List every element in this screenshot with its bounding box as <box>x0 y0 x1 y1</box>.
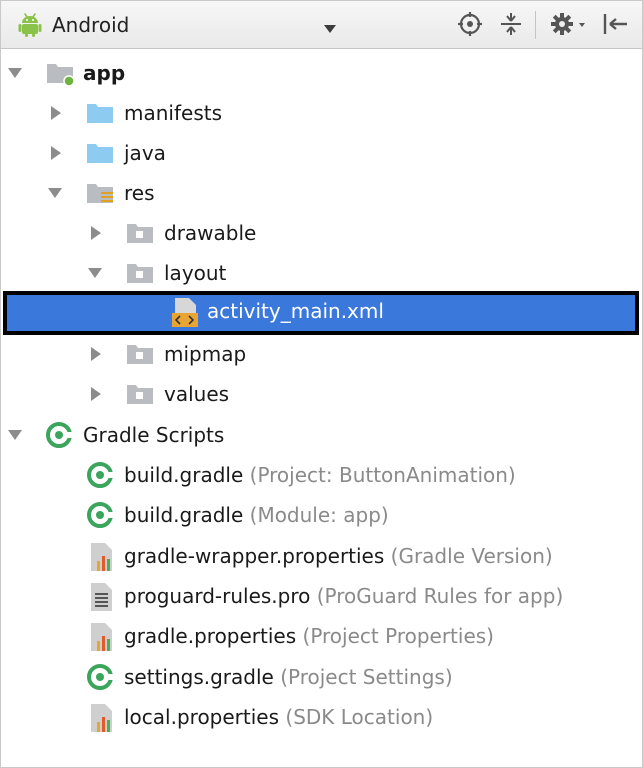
resource-folder-icon <box>85 179 115 207</box>
tree-item-label: settings.gradle <box>124 665 274 689</box>
collapsed-arrow-icon[interactable] <box>88 386 104 402</box>
tree-item-gradle-scripts[interactable]: Gradle Scripts <box>1 415 642 455</box>
folder-icon <box>125 340 155 368</box>
tree-item-label: gradle.properties <box>124 624 297 648</box>
android-icon <box>17 12 43 42</box>
tree-item-note: (Project Properties) <box>302 624 494 648</box>
tree-item-note: (Project Settings) <box>280 665 453 689</box>
tree-item-text: gradle-wrapper.properties (Gradle Versio… <box>124 542 553 570</box>
tree-item-mipmap[interactable]: mipmap <box>1 334 642 374</box>
tree-item-label: manifests <box>124 101 222 125</box>
gradle-icon <box>85 501 115 529</box>
tree-item-label: Gradle Scripts <box>83 423 225 447</box>
tree-item-local-properties[interactable]: local.properties (SDK Location) <box>1 697 642 737</box>
tree-item-label: activity_main.xml <box>207 299 384 323</box>
collapsed-arrow-icon[interactable] <box>48 145 64 161</box>
tree-item-note: (ProGuard Rules for app) <box>316 584 564 608</box>
project-toolbar: Android <box>1 1 642 49</box>
tree-item-label: java <box>124 141 166 165</box>
tree-item-layout[interactable]: layout <box>1 253 642 293</box>
folder-icon <box>125 219 155 247</box>
hide-panel-icon[interactable] <box>601 10 631 42</box>
tree-item-label: res <box>124 181 155 205</box>
tree-item-build-gradle-module[interactable]: build.gradle (Module: app) <box>1 495 642 535</box>
tree-item-note: (Gradle Version) <box>390 544 553 568</box>
gradle-icon <box>85 461 115 489</box>
collapsed-arrow-icon[interactable] <box>88 225 104 241</box>
folder-icon <box>85 99 115 127</box>
expanded-arrow-icon[interactable] <box>87 265 103 281</box>
tree-item-label: proguard-rules.pro <box>124 584 311 608</box>
tree-item-build-gradle-project[interactable]: build.gradle (Project: ButtonAnimation) <box>1 455 642 495</box>
properties-file-icon <box>87 542 117 571</box>
tree-item-label: values <box>164 382 230 406</box>
tree-item-note: (Module: app) <box>249 503 389 527</box>
tree-item-app[interactable]: app <box>1 53 642 93</box>
tree-item-text: settings.gradle (Project Settings) <box>124 663 453 691</box>
tree-item-text: gradle.properties (Project Properties) <box>124 622 494 650</box>
tree-item-activity-main[interactable]: activity_main.xml <box>3 291 639 335</box>
folder-icon <box>85 139 115 167</box>
locate-icon[interactable] <box>456 10 484 42</box>
project-panel: Android app manifests java res drawable … <box>0 0 643 768</box>
tree-item-label: drawable <box>164 221 257 245</box>
tree-item-java[interactable]: java <box>1 133 642 173</box>
tree-item-gradle-wrapper-properties[interactable]: gradle-wrapper.properties (Gradle Versio… <box>1 536 642 576</box>
expanded-arrow-icon[interactable] <box>7 65 23 81</box>
folder-icon <box>125 380 155 408</box>
tree-item-gradle-properties[interactable]: gradle.properties (Project Properties) <box>1 616 642 656</box>
gear-icon[interactable] <box>549 10 589 42</box>
tree-item-note: (SDK Location) <box>285 705 434 729</box>
expanded-arrow-icon[interactable] <box>47 185 63 201</box>
tree-item-proguard-rules[interactable]: proguard-rules.pro (ProGuard Rules for a… <box>1 576 642 616</box>
tree-item-label: gradle-wrapper.properties <box>124 544 385 568</box>
view-selector-label[interactable]: Android <box>52 12 129 38</box>
tree-item-text: local.properties (SDK Location) <box>124 703 433 731</box>
properties-file-icon <box>87 622 117 651</box>
collapsed-arrow-icon[interactable] <box>48 105 64 121</box>
tree-item-label: app <box>83 61 126 85</box>
tree-item-values[interactable]: values <box>1 374 642 414</box>
tree-item-label: layout <box>164 261 227 285</box>
tree-item-text: build.gradle (Project: ButtonAnimation) <box>124 461 516 489</box>
gradle-icon <box>85 663 115 691</box>
tree-item-label: build.gradle <box>124 503 244 527</box>
chevron-down-icon[interactable] <box>323 19 337 38</box>
xml-file-icon <box>169 297 199 327</box>
tree-item-drawable[interactable]: drawable <box>1 213 642 253</box>
module-folder-icon <box>45 59 75 87</box>
tree-item-label: mipmap <box>164 342 247 366</box>
tree-item-text: build.gradle (Module: app) <box>124 501 389 529</box>
toolbar-separator <box>535 11 536 39</box>
collapsed-arrow-icon[interactable] <box>88 346 104 362</box>
gradle-icon <box>44 421 74 449</box>
tree-item-label: build.gradle <box>124 463 244 487</box>
tree-item-manifests[interactable]: manifests <box>1 93 642 133</box>
tree-item-text: proguard-rules.pro (ProGuard Rules for a… <box>124 582 563 610</box>
folder-icon <box>125 259 155 287</box>
tree-item-settings-gradle[interactable]: settings.gradle (Project Settings) <box>1 657 642 697</box>
collapse-all-icon[interactable] <box>497 10 525 42</box>
expanded-arrow-icon[interactable] <box>7 427 23 443</box>
properties-file-icon <box>87 703 117 732</box>
tree-item-note: (Project: ButtonAnimation) <box>249 463 516 487</box>
tree-item-label: local.properties <box>124 705 280 729</box>
tree-item-res[interactable]: res <box>1 173 642 213</box>
text-file-icon <box>87 582 117 611</box>
